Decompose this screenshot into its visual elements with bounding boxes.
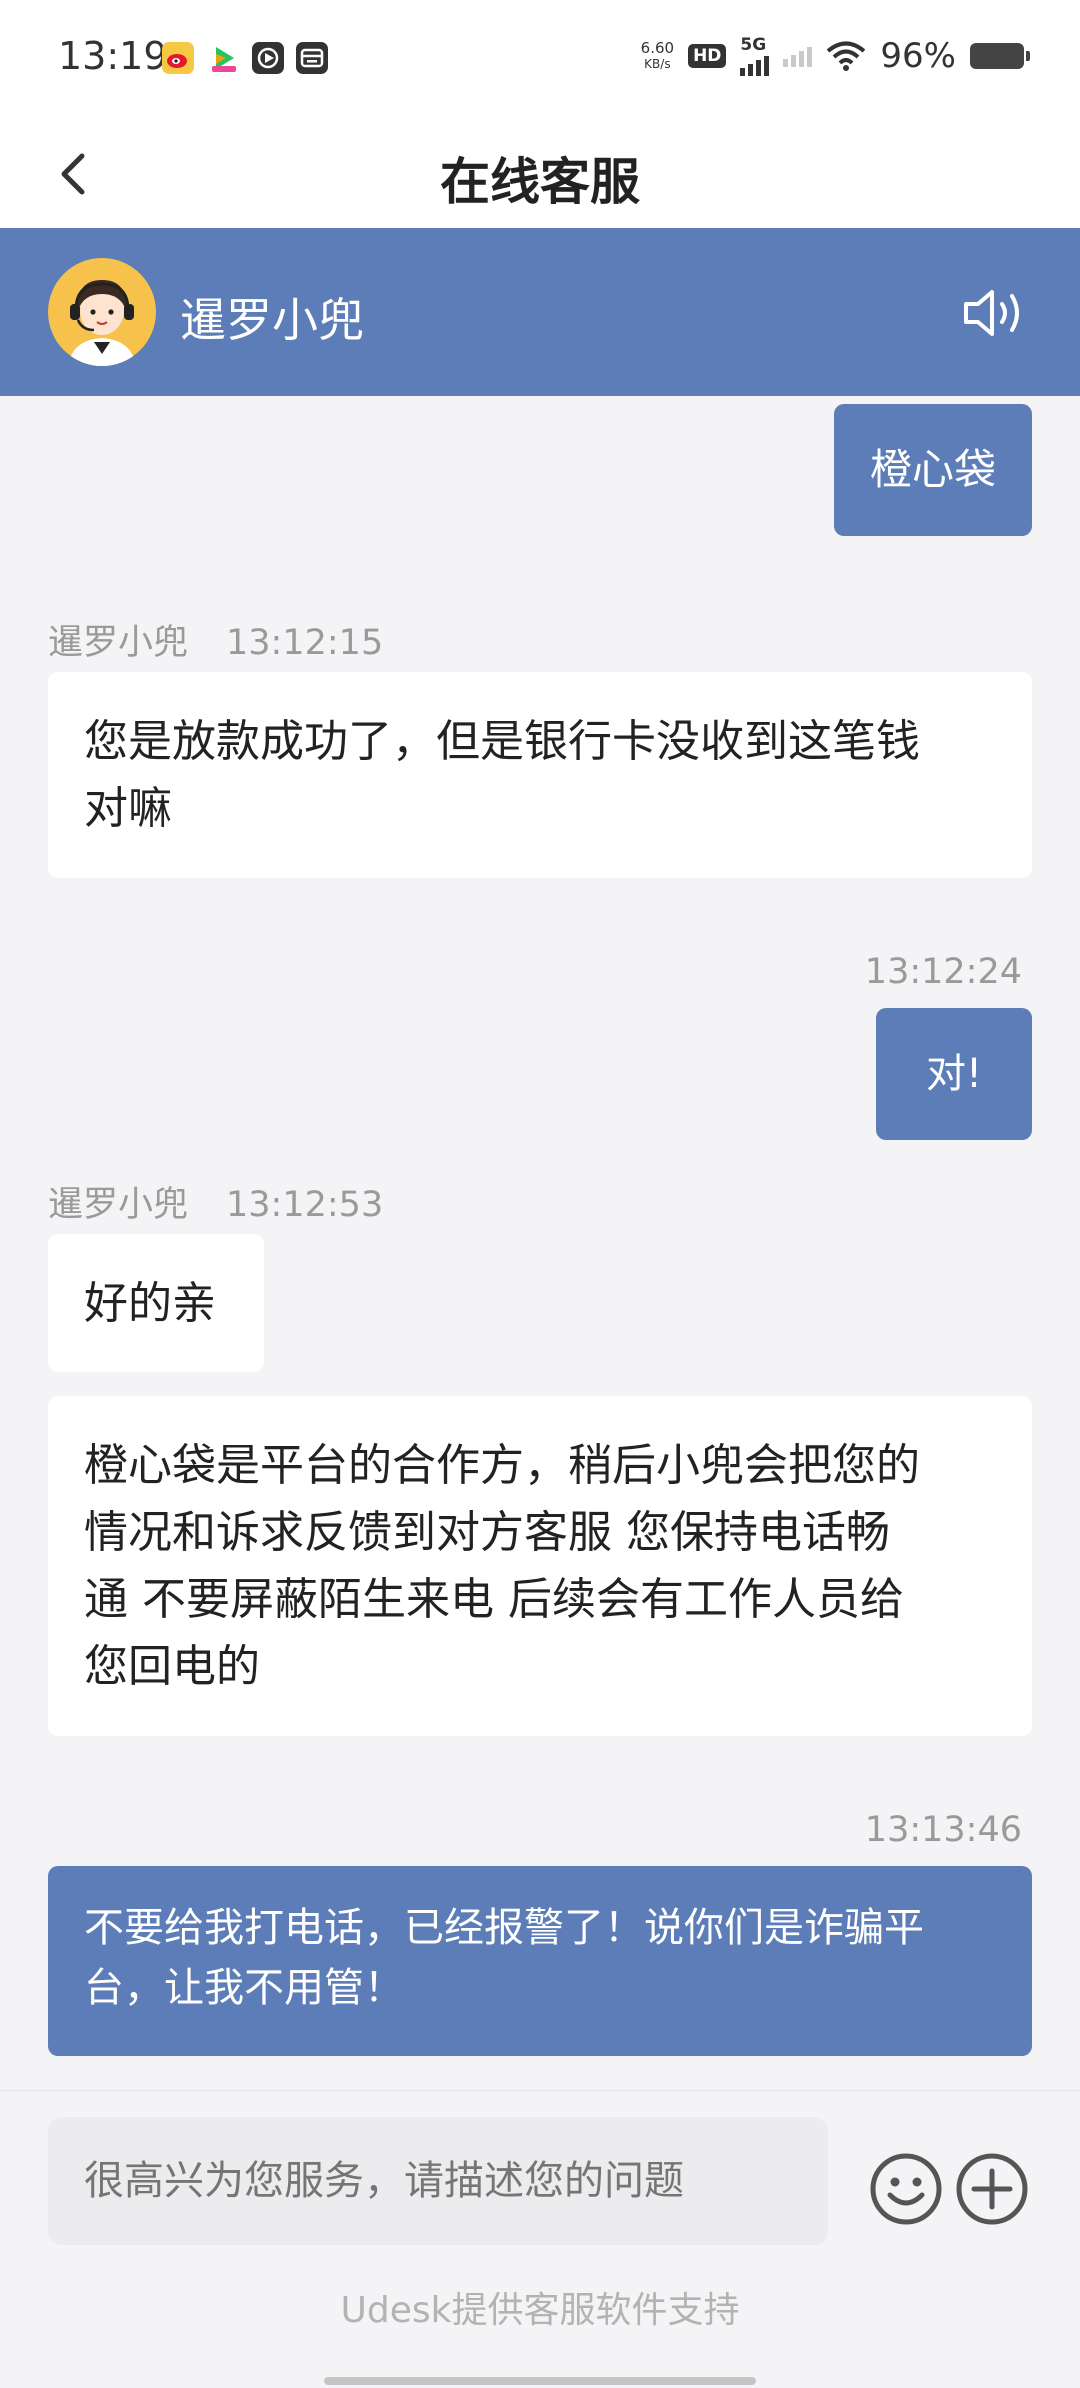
message-line: 通 不要屏蔽陌生来电 后续会有工作人员给	[84, 1574, 904, 1625]
message-meta: 暹罗小兜 13:12:53	[48, 1176, 383, 1227]
message-line: 对嘛	[84, 783, 172, 834]
agent-avatar	[48, 258, 156, 366]
message-bubble-outgoing[interactable]: 不要给我打电话，已经报警了！说你们是诈骗平 台，让我不用管！	[48, 1866, 1032, 2056]
message-bubble-incoming[interactable]: 橙心袋是平台的合作方，稍后小兜会把您的 情况和诉求反馈到对方客服 您保持电话畅 …	[48, 1396, 1032, 1736]
weibo-icon	[162, 42, 194, 74]
message-time: 13:12:15	[226, 623, 384, 663]
speaker-button[interactable]	[960, 278, 1030, 348]
message-text: 对!	[925, 1051, 983, 1097]
powered-by-text: Udesk提供客服软件支持	[340, 2290, 740, 2331]
play-app-icon	[252, 42, 284, 74]
message-line: 您是放款成功了，但是银行卡没收到这笔钱	[84, 716, 920, 767]
status-right: 6.60 KB/s HD 5G 96%	[641, 35, 1030, 76]
hd-badge: HD	[688, 44, 727, 68]
more-button[interactable]	[954, 2151, 1030, 2227]
home-indicator[interactable]	[324, 2377, 756, 2385]
chat-list[interactable]: 橙心袋 暹罗小兜 13:12:15 您是放款成功了，但是银行卡没收到这笔钱 对嘛 …	[0, 396, 1080, 2090]
signal-secondary-icon	[783, 45, 813, 67]
message-line: 情况和诉求反馈到对方客服 您保持电话畅	[84, 1507, 890, 1558]
message-line: 台，让我不用管！	[84, 1965, 404, 2011]
nav-bar: 在线客服	[0, 118, 1080, 228]
message-meta: 暹罗小兜 13:12:15	[48, 614, 383, 665]
emoji-button[interactable]	[868, 2151, 944, 2227]
message-time: 13:13:46	[864, 1810, 1022, 1850]
message-bubble-outgoing[interactable]: 橙心袋	[834, 404, 1032, 536]
message-line: 橙心袋是平台的合作方，稍后小兜会把您的	[84, 1440, 920, 1491]
agent-name: 暹罗小兜	[180, 293, 364, 347]
message-line: 不要给我打电话，已经报警了！说你们是诈骗平	[84, 1905, 924, 1951]
status-time: 13:19	[58, 34, 168, 78]
wifi-icon	[827, 41, 866, 71]
input-area: Udesk提供客服软件支持	[0, 2090, 1080, 2388]
message-text: 橙心袋	[869, 445, 996, 494]
network-speed: 6.60 KB/s	[641, 40, 674, 72]
plus-circle-icon	[956, 2153, 1028, 2225]
signal-icon	[740, 54, 770, 76]
message-bubble-outgoing[interactable]: 对!	[876, 1008, 1032, 1140]
sender-name: 暹罗小兜	[48, 1185, 189, 1225]
speaker-icon	[964, 290, 1019, 336]
message-line: 您回电的	[84, 1641, 260, 1692]
battery-icon	[970, 43, 1030, 69]
message-time: 13:12:53	[226, 1185, 384, 1225]
smiley-icon	[870, 2153, 942, 2225]
agent-header: 暹罗小兜	[0, 228, 1080, 396]
battery-percent: 96%	[880, 36, 956, 76]
signal-5g: 5G	[740, 35, 770, 76]
speed-value: 6.60	[640, 39, 675, 57]
status-bar: 13:19 6.60 KB/s HD 5G 96%	[0, 0, 1080, 118]
page-title: 在线客服	[440, 153, 640, 211]
message-time: 13:12:24	[864, 952, 1022, 992]
video-app-icon	[208, 42, 240, 74]
speed-unit: KB/s	[644, 57, 671, 71]
message-bubble-incoming[interactable]: 您是放款成功了，但是银行卡没收到这笔钱 对嘛	[48, 672, 1032, 878]
sender-name: 暹罗小兜	[48, 623, 189, 663]
network-type: 5G	[740, 35, 767, 55]
wallet-app-icon	[296, 42, 328, 74]
message-text: 好的亲	[84, 1278, 216, 1329]
message-bubble-incoming[interactable]: 好的亲	[48, 1234, 264, 1372]
message-input[interactable]	[48, 2117, 828, 2245]
